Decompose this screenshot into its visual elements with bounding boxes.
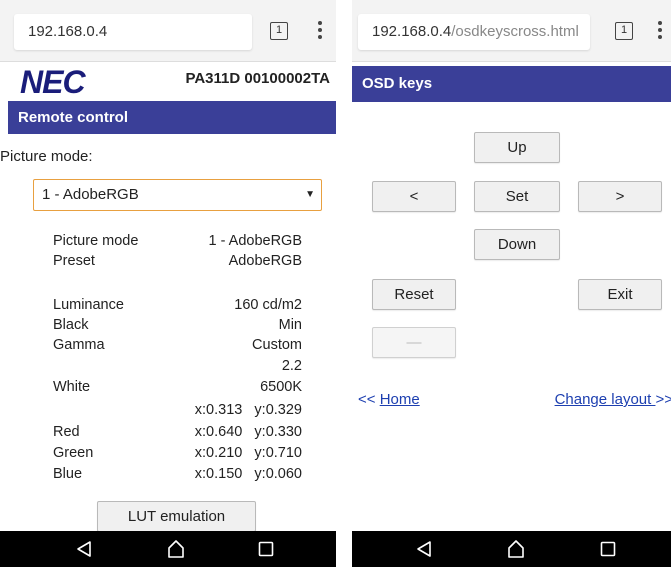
osd-up-button[interactable]: Up [474, 132, 560, 163]
back-icon[interactable] [404, 531, 444, 567]
osd-set-button[interactable]: Set [474, 181, 560, 212]
osd-reset-button[interactable]: Reset [372, 279, 456, 310]
address-text: 192.168.0.4 [28, 23, 108, 40]
osd-right-button[interactable]: > [578, 181, 662, 212]
back-icon[interactable] [64, 531, 104, 567]
info-row: x:0.313 y:0.329 [194, 402, 302, 418]
info-row: Black Min [53, 317, 302, 333]
osd-down-button[interactable]: Down [474, 229, 560, 260]
info-row: Picture mode 1 - AdobeRGB [53, 233, 302, 249]
browser-toolbar: 192.168.0.4/osdkeyscross.html 1 [352, 0, 671, 62]
remote-control-header: Remote control [8, 101, 336, 134]
address-bar[interactable]: 192.168.0.4 [14, 14, 252, 50]
info-row: Gamma Custom [53, 337, 302, 353]
info-row: Preset AdobeRGB [53, 253, 302, 269]
nec-logo: NEC [20, 64, 86, 100]
osd-disabled-button[interactable]: — [372, 327, 456, 358]
info-row: Green x:0.210 y:0.710 [53, 445, 302, 461]
home-link[interactable]: << Home [358, 391, 420, 408]
info-row: Blue x:0.150 y:0.060 [53, 466, 302, 482]
menu-icon[interactable] [657, 21, 663, 41]
model-serial: PA311D 00100002TA [185, 70, 330, 87]
address-path: /osdkeyscross.html [451, 23, 579, 40]
home-icon[interactable] [156, 531, 196, 567]
lut-emulation-button[interactable]: LUT emulation [97, 501, 256, 532]
info-row: 2.2 [281, 358, 302, 374]
right-phone-screen: 192.168.0.4/osdkeyscross.html 1 OSD keys… [352, 0, 671, 567]
tabs-icon[interactable]: 1 [615, 22, 633, 40]
recents-icon[interactable] [588, 531, 628, 567]
left-phone-screen: 192.168.0.4 1 NEC PA311D 00100002TA Remo… [0, 0, 336, 567]
screenshot-divider [336, 0, 352, 567]
picture-mode-label: Picture mode: [0, 148, 93, 165]
recents-icon[interactable] [246, 531, 286, 567]
dropdown-arrow-icon: ▼ [305, 189, 315, 200]
menu-icon[interactable] [317, 21, 323, 41]
osd-keys-header: OSD keys [352, 66, 671, 102]
change-layout-link[interactable]: Change layout >> [555, 391, 671, 408]
picture-mode-selected-value: 1 - AdobeRGB [42, 186, 139, 203]
osd-exit-button[interactable]: Exit [578, 279, 662, 310]
browser-toolbar: 192.168.0.4 1 [0, 0, 336, 62]
info-row: White 6500K [53, 379, 302, 395]
picture-mode-select[interactable]: 1 - AdobeRGB ▼ [33, 179, 322, 211]
address-bar[interactable]: 192.168.0.4/osdkeyscross.html [358, 14, 590, 50]
osd-left-button[interactable]: < [372, 181, 456, 212]
address-host: 192.168.0.4 [372, 23, 452, 40]
info-row: Luminance 160 cd/m2 [53, 297, 302, 313]
home-icon[interactable] [496, 531, 536, 567]
android-nav-bar [352, 531, 671, 567]
brand-row: NEC PA311D 00100002TA [0, 62, 336, 102]
tabs-icon[interactable]: 1 [270, 22, 288, 40]
android-nav-bar [0, 531, 336, 567]
info-row: Red x:0.640 y:0.330 [53, 424, 302, 440]
